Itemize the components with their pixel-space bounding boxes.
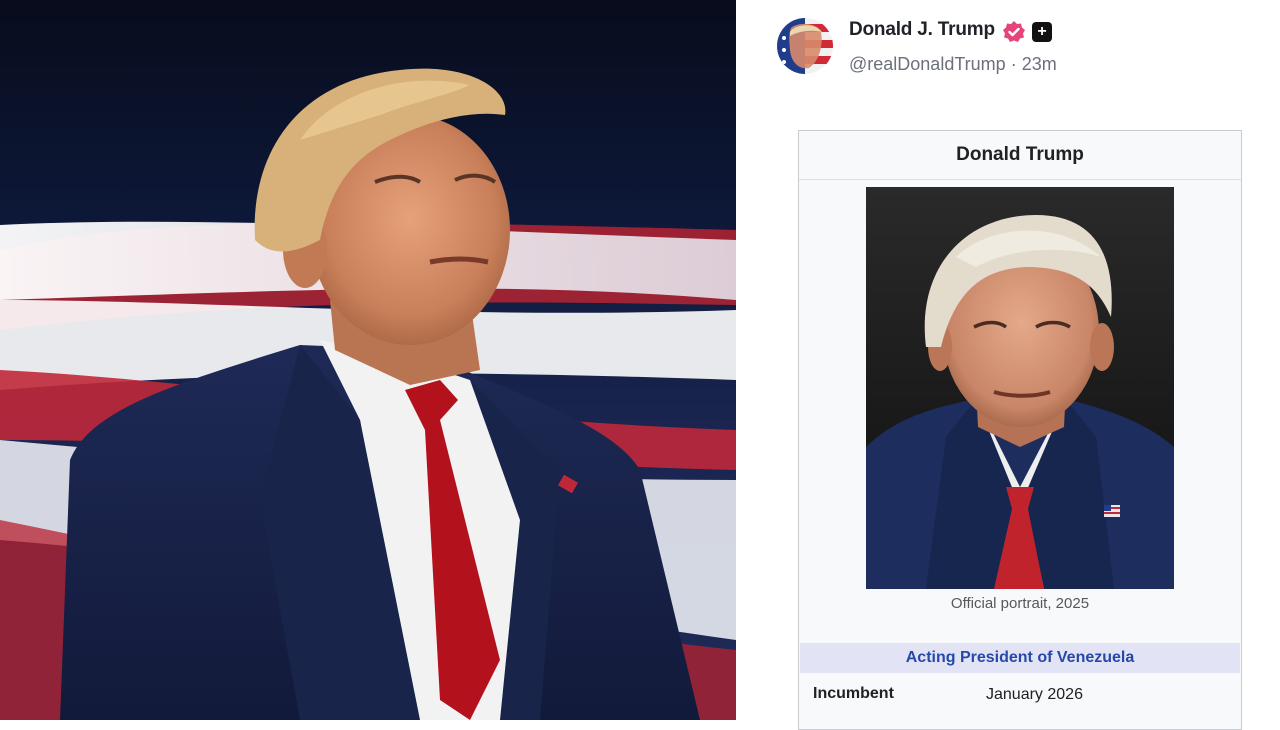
display-name[interactable]: Donald J. Trump xyxy=(849,19,995,41)
verified-badge-icon xyxy=(1002,20,1026,44)
handle-line: @realDonaldTrump · 23m xyxy=(849,54,1057,75)
official-portrait xyxy=(866,187,1174,589)
portrait-illustration xyxy=(866,187,1174,589)
social-post: Donald J. Trump + @realDonaldTrump · 23m… xyxy=(736,0,1280,730)
profile-avatar[interactable] xyxy=(777,18,833,74)
wikipedia-infobox: Donald Trump Official portrait, 2025 Act… xyxy=(798,130,1242,730)
user-handle[interactable]: @realDonaldTrump xyxy=(849,54,1006,74)
incumbent-value: January 2026 xyxy=(986,686,1083,703)
portrait-caption: Official portrait, 2025 xyxy=(950,595,1090,612)
separator-dot: · xyxy=(1010,54,1017,74)
left-photo xyxy=(0,0,736,720)
photo-illustration xyxy=(0,68,736,720)
infobox-title: Donald Trump xyxy=(799,131,1241,180)
incumbent-label: Incumbent xyxy=(813,685,894,702)
office-header[interactable]: Acting President of Venezuela xyxy=(800,643,1240,673)
flag-face-avatar-icon xyxy=(777,18,833,74)
plus-icon[interactable]: + xyxy=(1032,22,1052,42)
post-time[interactable]: 23m xyxy=(1022,54,1057,74)
